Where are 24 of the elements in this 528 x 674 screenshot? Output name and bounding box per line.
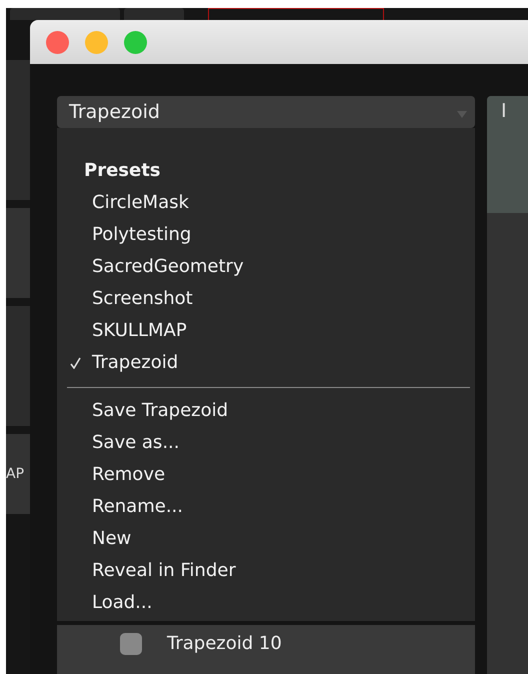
menu-action-item[interactable]: Load... <box>57 587 475 619</box>
menu-action-item[interactable]: Reveal in Finder <box>57 555 475 587</box>
menu-action-item[interactable]: Save as... <box>57 427 475 459</box>
close-button[interactable] <box>46 30 69 54</box>
menu-action-item[interactable]: Rename... <box>57 491 475 523</box>
preset-menu-item[interactable]: SKULLMAP <box>57 315 475 347</box>
cut-label: AP <box>6 466 24 482</box>
preset-menu-item[interactable]: CircleMask <box>57 187 475 219</box>
minimize-button[interactable] <box>85 30 108 54</box>
menu-header: Presets <box>83 159 162 183</box>
menu-action-item[interactable]: Save Trapezoid <box>57 395 475 427</box>
checkbox[interactable] <box>120 633 142 655</box>
caret-icon <box>457 110 467 118</box>
preset-menu-item[interactable]: Trapezoid <box>57 347 475 379</box>
preset-dropdown[interactable]: Trapezoid <box>57 96 475 128</box>
menu-action-item[interactable]: New <box>57 523 475 555</box>
preset-menu-item[interactable]: Screenshot <box>57 283 475 315</box>
preset-menu-item[interactable]: Polytesting <box>57 219 475 251</box>
row-label: Trapezoid 10 <box>167 633 282 654</box>
preset-menu-item[interactable]: SacredGeometry <box>57 251 475 283</box>
list-row[interactable]: Trapezoid 10 <box>57 625 475 674</box>
zoom-button[interactable] <box>124 30 147 54</box>
panel-tab[interactable]: I <box>487 96 528 213</box>
menu-action-item[interactable]: Remove <box>57 459 475 491</box>
